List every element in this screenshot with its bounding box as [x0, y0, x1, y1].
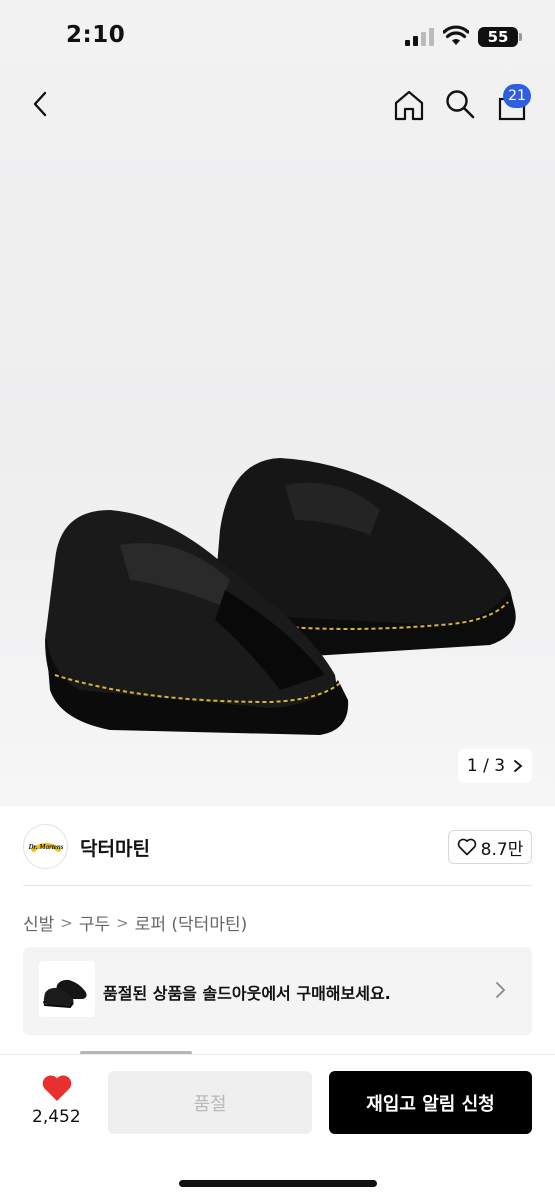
- breadcrumb-separator-icon: >: [60, 913, 73, 932]
- brand-row: Dr. Martens 닥터마틴 8.7만: [0, 806, 555, 886]
- signal-icon: [405, 28, 434, 46]
- breadcrumb-item-loafer[interactable]: 로퍼 (닥터마틴): [135, 910, 248, 935]
- breadcrumb: 신발 > 구두 > 로퍼 (닥터마틴): [23, 910, 248, 936]
- battery-nub: [519, 33, 522, 41]
- search-button[interactable]: [440, 84, 480, 124]
- breadcrumb-item-shoes[interactable]: 신발: [23, 910, 54, 935]
- status-time: 2:10: [66, 22, 126, 48]
- chevron-right-icon: [496, 982, 506, 998]
- breadcrumb-item-dress-shoes[interactable]: 구두: [79, 910, 110, 935]
- brand-logo[interactable]: Dr. Martens: [23, 824, 68, 869]
- breadcrumb-separator-icon: >: [116, 913, 129, 932]
- image-pager[interactable]: 1 / 3: [458, 749, 532, 783]
- back-button[interactable]: [20, 84, 60, 124]
- battery-icon: 55: [478, 27, 518, 47]
- product-shoe-image: [45, 458, 516, 735]
- heart-outline-icon: [457, 838, 476, 856]
- chevron-right-icon: [514, 760, 523, 772]
- brand-name[interactable]: 닥터마틴: [80, 834, 150, 861]
- shoe-thumbnail-image: [43, 979, 87, 1009]
- brand-logo-text: Dr. Martens: [28, 843, 64, 851]
- divider: [23, 885, 532, 886]
- home-indicator: [179, 1180, 377, 1187]
- brand-like-count: 8.7만: [480, 839, 524, 860]
- soldout-thumbnail: [39, 961, 95, 1017]
- home-icon: [394, 90, 424, 121]
- heart-filled-icon[interactable]: [41, 1074, 73, 1102]
- wish-count: 2,452: [32, 1107, 81, 1127]
- chevron-left-icon: [33, 91, 47, 117]
- search-icon: [446, 90, 475, 119]
- home-button[interactable]: [389, 85, 429, 125]
- wifi-icon: [443, 25, 469, 45]
- cart-count-badge: 21: [503, 84, 531, 108]
- soldout-button: 품절: [108, 1071, 312, 1134]
- soldout-banner-text: 품절된 상품을 솔드아웃에서 구매해보세요.: [103, 984, 391, 1003]
- status-bar: 2:10 55: [0, 0, 555, 74]
- brand-like-button[interactable]: 8.7만: [448, 830, 532, 864]
- soldout-banner[interactable]: 품절된 상품을 솔드아웃에서 구매해보세요.: [23, 947, 532, 1035]
- image-counter: 1 / 3: [466, 756, 506, 776]
- brand-logo-mark: Dr. Martens: [28, 830, 64, 863]
- restock-alert-button[interactable]: 재입고 알림 신청: [329, 1071, 532, 1134]
